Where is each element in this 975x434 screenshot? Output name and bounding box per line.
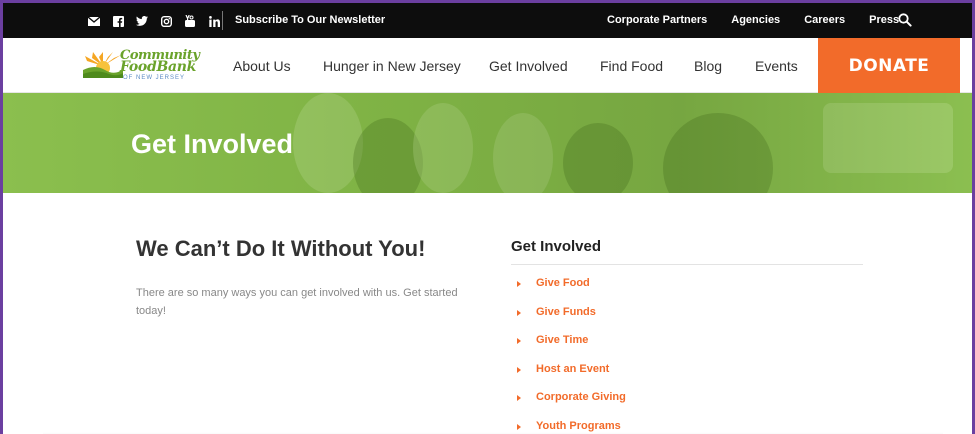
social-links <box>82 13 226 29</box>
facebook-icon[interactable] <box>106 13 130 29</box>
utility-link-agencies[interactable]: Agencies <box>731 14 780 26</box>
donate-button[interactable]: DONATE <box>818 38 960 93</box>
mail-icon[interactable] <box>82 13 106 29</box>
sidebar-item-label: Give Funds <box>536 305 596 318</box>
utility-link-careers[interactable]: Careers <box>804 14 845 26</box>
sidebar-item-give-funds[interactable]: Give Funds <box>517 306 626 335</box>
caret-right-icon <box>517 338 521 344</box>
section-heading: We Can’t Do It Without You! <box>136 236 426 261</box>
logo-sun-icon <box>83 52 123 78</box>
utility-link-corporate-partners[interactable]: Corporate Partners <box>607 14 707 26</box>
nav-item-find-food[interactable]: Find Food <box>600 58 663 74</box>
caret-right-icon <box>517 395 521 401</box>
youtube-icon[interactable] <box>178 13 202 29</box>
nav-item-blog[interactable]: Blog <box>694 58 722 74</box>
utility-link-press[interactable]: Press <box>869 14 899 26</box>
twitter-icon[interactable] <box>130 13 154 29</box>
browser-frame: Subscribe To Our Newsletter Corporate Pa… <box>0 0 975 434</box>
logo-text-state: OF NEW JERSEY <box>123 75 186 81</box>
logo-text-foodbank: FoodBank <box>120 59 197 75</box>
hero-title: Get Involved <box>131 129 294 159</box>
search-icon[interactable] <box>898 13 912 27</box>
sidebar-item-label: Give Food <box>536 277 590 289</box>
sidebar-item-label: Give Time <box>536 334 589 346</box>
sidebar-item-give-time[interactable]: Give Time <box>517 334 626 363</box>
utility-divider <box>222 11 223 30</box>
newsletter-link[interactable]: Subscribe To Our Newsletter <box>235 14 385 26</box>
sidebar-item-give-food[interactable]: Give Food <box>517 277 626 306</box>
sidebar-item-label: Youth Programs <box>536 419 621 432</box>
nav-item-hunger-in-new-jersey[interactable]: Hunger in New Jersey <box>323 58 461 74</box>
main-navigation: Community FoodBank OF NEW JERSEY About U… <box>3 38 972 93</box>
caret-right-icon <box>517 309 521 316</box>
site-logo[interactable]: Community FoodBank OF NEW JERSEY <box>83 48 203 84</box>
caret-right-icon <box>517 366 521 373</box>
caret-right-icon <box>517 423 521 430</box>
sidebar-item-corporate-giving[interactable]: Corporate Giving <box>517 391 626 420</box>
nav-item-get-involved[interactable]: Get Involved <box>489 58 568 74</box>
sidebar-divider <box>511 264 863 265</box>
sidebar-item-label: Corporate Giving <box>536 391 626 403</box>
sidebar-item-label: Host an Event <box>536 362 610 375</box>
sidebar-item-host-an-event[interactable]: Host an Event <box>517 363 626 392</box>
utility-bar: Subscribe To Our Newsletter Corporate Pa… <box>3 3 972 38</box>
caret-right-icon <box>517 281 521 287</box>
nav-item-events[interactable]: Events <box>755 58 798 74</box>
sidebar-title: Get Involved <box>511 238 602 255</box>
section-body: There are so many ways you can get invol… <box>136 287 458 317</box>
instagram-icon[interactable] <box>154 13 178 29</box>
hero-banner: Get Involved <box>3 93 972 193</box>
sidebar-list: Give Food Give Funds Give Time Host an E… <box>517 277 626 434</box>
nav-item-about-us[interactable]: About Us <box>233 58 291 74</box>
utility-links: Corporate Partners Agencies Careers Pres… <box>607 14 899 26</box>
